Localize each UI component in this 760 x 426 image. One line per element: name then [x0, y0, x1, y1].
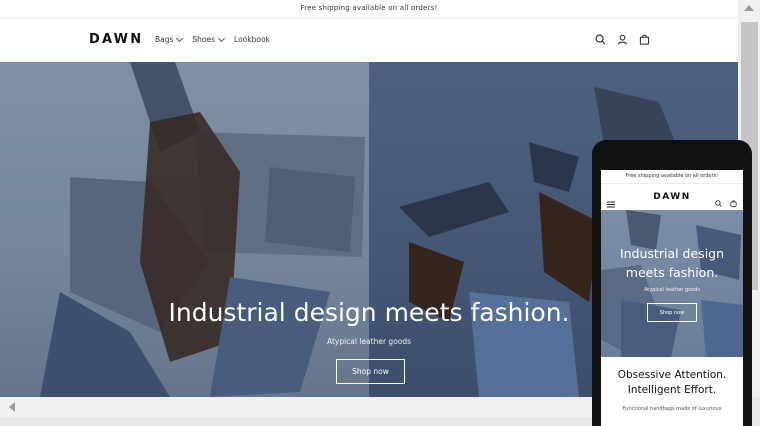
mobile-section-title: Obsessive Attention. Intelligent Effort.: [617, 369, 727, 396]
nav-item-bags[interactable]: Bags: [155, 34, 184, 44]
search-icon[interactable]: [594, 33, 606, 45]
nav-item-label: Lookbook: [234, 35, 270, 44]
mobile-hero-subtitle: Atypical leather goods: [643, 287, 701, 293]
store-logo[interactable]: DAWN: [89, 32, 143, 47]
shop-now-button[interactable]: Shop now: [336, 359, 405, 384]
mobile-shop-now-button[interactable]: Shop now: [647, 303, 697, 322]
cart-icon[interactable]: [638, 33, 650, 45]
search-icon[interactable]: [715, 192, 722, 211]
chevron-down-icon: [176, 34, 184, 43]
mobile-hero-title: Industrial design meets fashion.: [619, 246, 725, 280]
mobile-section-text: Functional handbags made of luxurious: [622, 406, 722, 412]
mobile-preview: Free shipping available on all orders! D…: [601, 170, 743, 426]
main-nav: Bags Shoes Lookbook: [155, 34, 270, 44]
mobile-announcement-bar: Free shipping available on all orders!: [601, 170, 743, 184]
scroll-left-arrow-icon[interactable]: [9, 402, 15, 412]
chevron-down-icon: [218, 34, 226, 43]
scroll-up-arrow-icon[interactable]: [744, 5, 754, 11]
account-icon[interactable]: [616, 33, 628, 45]
header-icons: [594, 33, 650, 45]
nav-item-lookbook[interactable]: Lookbook: [234, 35, 270, 44]
mobile-hero-banner: Industrial design meets fashion. Atypica…: [601, 210, 743, 357]
site-header: DAWN Bags Shoes Lookbook: [0, 18, 738, 63]
cart-icon[interactable]: [730, 192, 737, 211]
nav-item-label: Bags: [155, 35, 174, 44]
nav-item-label: Shoes: [192, 35, 216, 44]
mobile-header-icons: [715, 192, 737, 211]
announcement-bar: Free shipping available on all orders!: [0, 0, 738, 18]
mobile-header: DAWN: [601, 184, 743, 211]
nav-item-shoes[interactable]: Shoes: [192, 34, 226, 44]
